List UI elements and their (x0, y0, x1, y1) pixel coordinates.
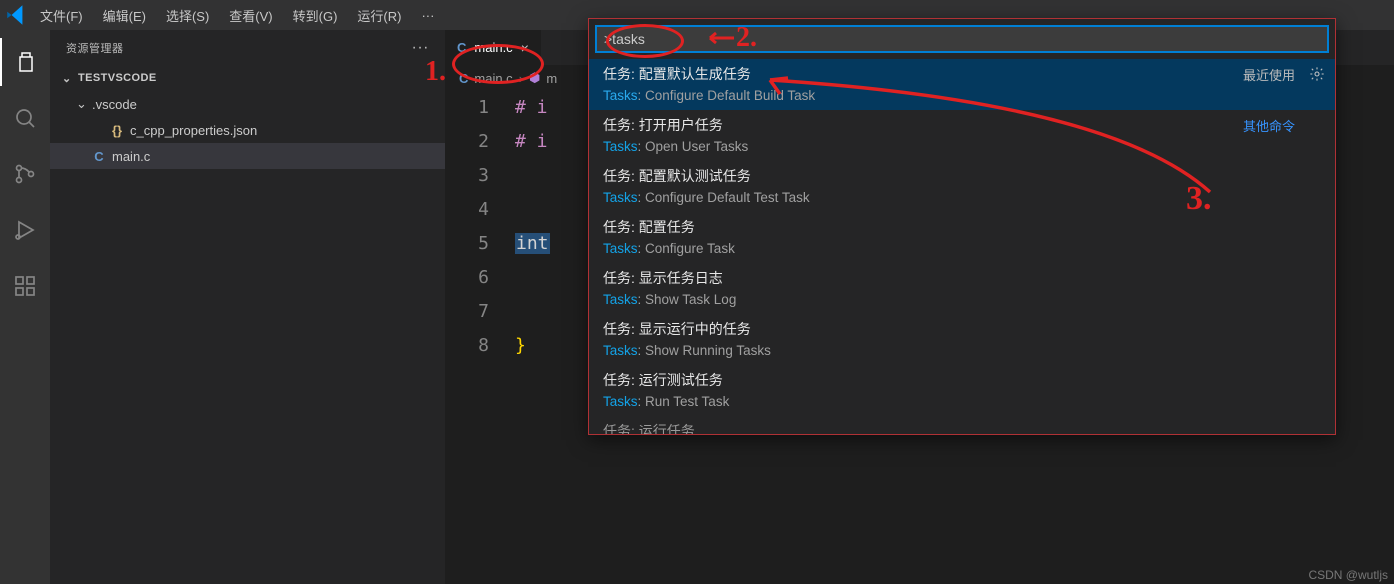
command-sub: Tasks: Configure Task (603, 239, 1321, 259)
menu-select[interactable]: 选择(S) (156, 0, 219, 30)
menu-more-icon[interactable]: ··· (411, 8, 444, 23)
extensions-icon[interactable] (0, 262, 50, 310)
command-item-open-user-tasks[interactable]: 任务: 打开用户任务 Tasks: Open User Tasks 其他命令 (589, 110, 1335, 161)
command-title: 任务: 配置默认生成任务 (603, 63, 1321, 85)
explorer-more-icon[interactable]: ··· (412, 39, 429, 57)
c-file-icon: C (90, 149, 108, 164)
c-file-icon: C (459, 71, 468, 86)
chevron-right-icon: › (519, 71, 523, 86)
command-item-run-test-task[interactable]: 任务: 运行测试任务 Tasks: Run Test Task (589, 365, 1335, 416)
line-number: 3 (445, 159, 489, 193)
json-file-icon: {} (108, 123, 126, 138)
command-title: 任务: 显示任务日志 (603, 267, 1321, 289)
tree-file-mainc[interactable]: C main.c (50, 143, 445, 169)
menu-goto[interactable]: 转到(G) (283, 0, 348, 30)
menu-file[interactable]: 文件(F) (30, 0, 93, 30)
file-tree: ⌄ TESTVSCODE ⌄ .vscode {} c_cpp_properti… (50, 65, 445, 169)
command-sub: Tasks: Run Test Task (603, 392, 1321, 412)
code-lines: # i # i int } (515, 91, 550, 363)
menu-run[interactable]: 运行(R) (347, 0, 411, 30)
line-number: 5 (445, 227, 489, 261)
watermark: CSDN @wutljs (1308, 568, 1388, 582)
line-number: 1 (445, 91, 489, 125)
tree-file-json[interactable]: {} c_cpp_properties.json (50, 117, 445, 143)
command-input[interactable] (595, 25, 1329, 53)
gear-icon[interactable] (1309, 66, 1325, 85)
run-debug-icon[interactable] (0, 206, 50, 254)
file-label: c_cpp_properties.json (130, 123, 257, 138)
command-sub: Tasks: Configure Default Test Task (603, 188, 1321, 208)
command-sub: Tasks: Configure Default Build Task (603, 86, 1321, 106)
explorer-icon[interactable] (0, 38, 50, 86)
command-title: 任务: 显示运行中的任务 (603, 318, 1321, 340)
explorer-sidebar: 资源管理器 ··· ⌄ TESTVSCODE ⌄ .vscode {} c_cp… (50, 30, 445, 584)
code-text: } (515, 335, 526, 356)
palette-input-wrap (589, 19, 1335, 59)
explorer-title: 资源管理器 (66, 40, 124, 56)
tree-root[interactable]: ⌄ TESTVSCODE (50, 65, 445, 91)
command-item-show-running-tasks[interactable]: 任务: 显示运行中的任务 Tasks: Show Running Tasks (589, 314, 1335, 365)
command-item-show-task-log[interactable]: 任务: 显示任务日志 Tasks: Show Task Log (589, 263, 1335, 314)
root-label: TESTVSCODE (78, 72, 157, 84)
search-icon[interactable] (0, 94, 50, 142)
source-control-icon[interactable] (0, 150, 50, 198)
command-title: 任务: 配置默认测试任务 (603, 165, 1321, 187)
other-commands-label[interactable]: 其他命令 (1243, 116, 1295, 135)
line-number: 2 (445, 125, 489, 159)
command-item-configure-default-build[interactable]: 任务: 配置默认生成任务 Tasks: Configure Default Bu… (589, 59, 1335, 110)
breadcrumb-seg: main.c (474, 71, 512, 86)
vscode-logo-icon (4, 2, 30, 28)
command-title: 任务: 配置任务 (603, 216, 1321, 238)
menu-view[interactable]: 查看(V) (219, 0, 282, 30)
line-gutter: 1 2 3 4 5 6 7 8 (445, 91, 515, 363)
activity-bar (0, 30, 50, 584)
menu-edit[interactable]: 编辑(E) (93, 0, 156, 30)
close-icon[interactable]: × (521, 40, 529, 56)
command-title: 任务: 运行任务 (603, 420, 1321, 434)
code-text: int (515, 233, 550, 254)
command-item-cut[interactable]: 任务: 运行任务 (589, 416, 1335, 434)
code-text: # i (515, 131, 548, 152)
command-title: 任务: 运行测试任务 (603, 369, 1321, 391)
tree-folder-vscode[interactable]: ⌄ .vscode (50, 91, 445, 117)
line-number: 6 (445, 261, 489, 295)
chevron-down-icon: ⌄ (76, 96, 88, 112)
file-label: main.c (112, 149, 150, 164)
tab-label: main.c (474, 40, 512, 55)
command-item-configure-default-test[interactable]: 任务: 配置默认测试任务 Tasks: Configure Default Te… (589, 161, 1335, 212)
command-list: 任务: 配置默认生成任务 Tasks: Configure Default Bu… (589, 59, 1335, 434)
editor-tab-mainc[interactable]: C main.c × (445, 30, 542, 65)
breadcrumb-seg: m (546, 71, 557, 86)
folder-label: .vscode (92, 97, 137, 112)
command-sub: Tasks: Show Running Tasks (603, 341, 1321, 361)
explorer-header: 资源管理器 ··· (50, 30, 445, 65)
c-file-icon: C (457, 40, 466, 55)
command-sub: Tasks: Show Task Log (603, 290, 1321, 310)
line-number: 7 (445, 295, 489, 329)
command-palette: 任务: 配置默认生成任务 Tasks: Configure Default Bu… (588, 18, 1336, 435)
recent-label: 最近使用 (1243, 65, 1295, 84)
line-number: 4 (445, 193, 489, 227)
line-number: 8 (445, 329, 489, 363)
code-text: # i (515, 97, 548, 118)
command-sub: Tasks: Open User Tasks (603, 137, 1321, 157)
command-item-configure-task[interactable]: 任务: 配置任务 Tasks: Configure Task (589, 212, 1335, 263)
chevron-down-icon: ⌄ (62, 72, 74, 85)
symbol-icon: ⬢ (529, 70, 540, 86)
command-title: 任务: 打开用户任务 (603, 114, 1321, 136)
